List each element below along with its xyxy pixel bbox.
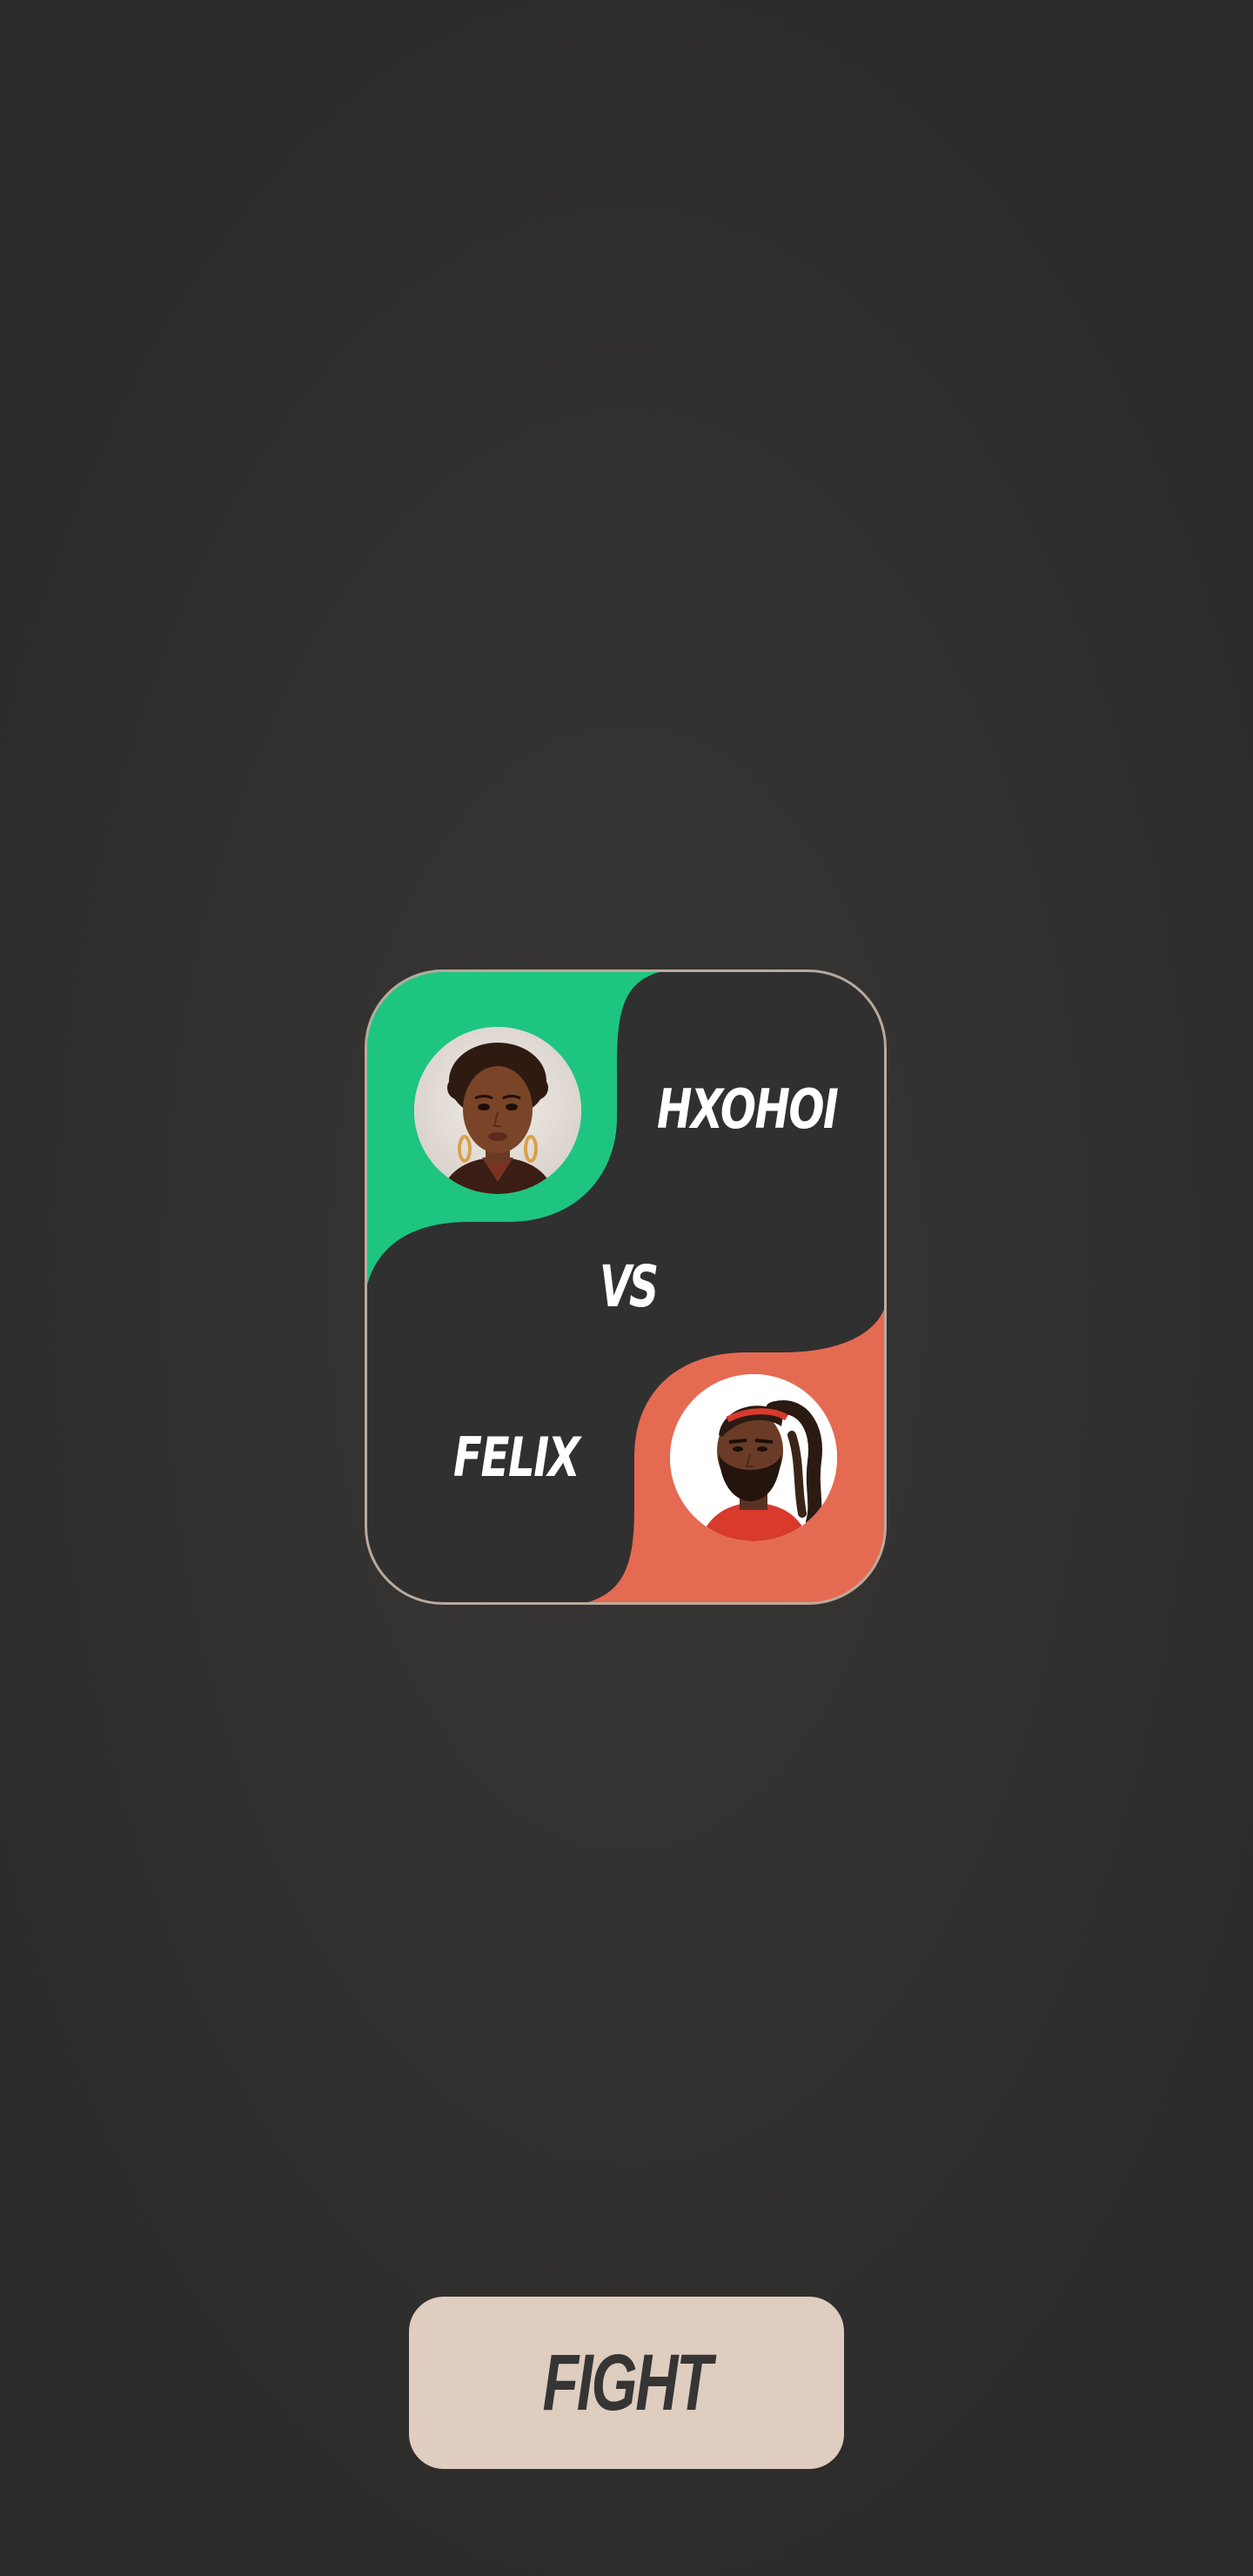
versus-label: VS	[600, 1253, 659, 1320]
bearded-man-portrait-icon	[670, 1374, 837, 1541]
player-two-name: FELIX	[453, 1426, 580, 1489]
player-one-avatar	[414, 1027, 581, 1194]
match-card: HXOHOI VS FELIX	[365, 969, 887, 1605]
game-screen: HXOHOI VS FELIX FIGHT	[0, 0, 1253, 2576]
fight-button[interactable]: FIGHT	[409, 2297, 844, 2469]
fight-button-label: FIGHT	[542, 2338, 712, 2427]
player-one-name: HXOHOI	[657, 1077, 839, 1141]
woman-portrait-icon	[414, 1027, 581, 1194]
player-two-avatar	[670, 1374, 837, 1541]
